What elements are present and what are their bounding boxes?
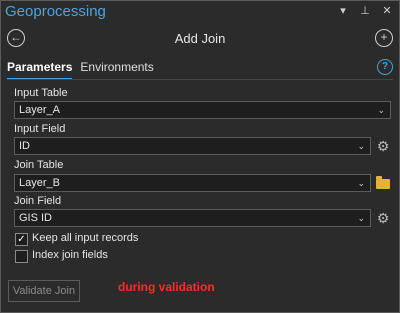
keep-all-label: Keep all input records bbox=[32, 232, 139, 244]
dropdown-icon[interactable]: ▾ bbox=[337, 4, 349, 17]
tab-parameters[interactable]: Parameters bbox=[7, 60, 73, 80]
join-table-label: Join Table bbox=[14, 159, 64, 171]
join-field-value: GIS ID bbox=[19, 212, 53, 224]
add-icon[interactable]: + bbox=[375, 29, 393, 47]
pane-title: Geoprocessing bbox=[5, 3, 106, 20]
folder-icon[interactable] bbox=[376, 176, 390, 189]
tool-header: ← Add Join + bbox=[1, 27, 399, 53]
close-icon[interactable]: ✕ bbox=[381, 4, 393, 17]
validation-note: during validation bbox=[118, 280, 215, 294]
join-table-select[interactable]: Layer_B ⌄ bbox=[14, 174, 371, 192]
input-field-label: Input Field bbox=[14, 123, 66, 135]
tool-title: Add Join bbox=[174, 31, 226, 46]
pane-titlebar: Geoprocessing ▾ ⊥ ✕ bbox=[1, 1, 399, 23]
titlebar-controls: ▾ ⊥ ✕ bbox=[337, 4, 393, 17]
input-table-select[interactable]: Layer_A ⌄ bbox=[14, 101, 391, 119]
tab-divider bbox=[7, 79, 393, 80]
input-table-value: Layer_A bbox=[19, 104, 60, 116]
tab-environments[interactable]: Environments bbox=[80, 60, 153, 80]
join-table-value: Layer_B bbox=[19, 177, 60, 189]
help-icon[interactable]: ? bbox=[377, 59, 393, 75]
chevron-down-icon: ⌄ bbox=[357, 213, 365, 223]
input-table-label: Input Table bbox=[14, 87, 68, 99]
pin-icon[interactable]: ⊥ bbox=[359, 4, 371, 17]
index-join-label: Index join fields bbox=[32, 249, 108, 261]
join-field-select[interactable]: GIS ID ⌄ bbox=[14, 209, 371, 227]
gear-icon[interactable]: ⚙ bbox=[376, 211, 390, 225]
geoprocessing-pane: Geoprocessing ▾ ⊥ ✕ ← Add Join + Paramet… bbox=[0, 0, 400, 313]
chevron-down-icon: ⌄ bbox=[357, 141, 365, 151]
input-field-select[interactable]: ID ⌄ bbox=[14, 137, 371, 155]
validate-join-button[interactable]: Validate Join bbox=[8, 280, 80, 302]
input-field-value: ID bbox=[19, 140, 30, 152]
gear-icon[interactable]: ⚙ bbox=[376, 139, 390, 153]
tab-bar: Parameters Environments bbox=[7, 60, 154, 80]
keep-all-checkbox[interactable]: ✓ bbox=[15, 233, 28, 246]
chevron-down-icon: ⌄ bbox=[357, 178, 365, 188]
chevron-down-icon: ⌄ bbox=[377, 105, 385, 115]
index-join-checkbox[interactable] bbox=[15, 250, 28, 263]
join-field-label: Join Field bbox=[14, 195, 62, 207]
